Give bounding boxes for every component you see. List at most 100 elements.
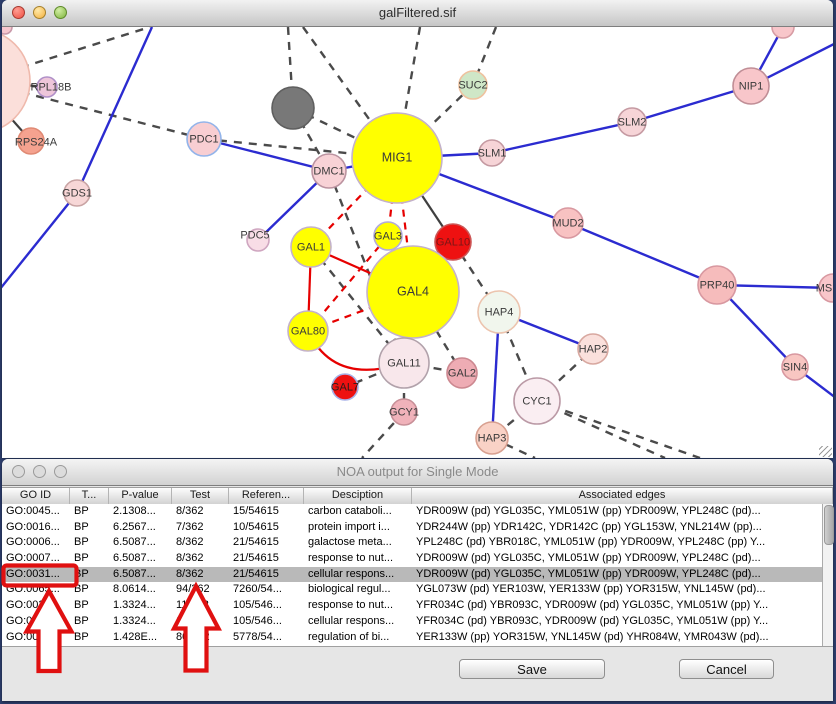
node-label-SLM1: SLM1 [478,148,507,160]
edge-MUD2-PRP40 [568,223,717,285]
column-header-referen[interactable]: Referen... [229,488,304,504]
network-graph: RPL18BRPS24AGDS1PDC1DMC1MIG1SUC2SLM1SLM2… [2,27,833,458]
table-row[interactable]: GO:0031...BP1.3324...11/362105/546...cel… [2,614,833,630]
edge-152,26-GDS1 [77,27,152,193]
table-cell: YPL248C (pd) YBR018C, YML051W (pp) YDR00… [412,535,833,551]
table-cell: 21/54615 [229,551,304,567]
noa-output-window: NOA output for Single Mode GO IDT...P-va… [2,459,833,701]
column-header-goid[interactable]: GO ID [2,488,70,504]
node-label-GAL80: GAL80 [291,326,325,338]
table-row[interactable]: GO:0016...BP6.2567...7/36210/54615protei… [2,520,833,536]
table-cell: response to nut... [304,598,412,614]
table-cell: GO:0007... [2,551,70,567]
edge-CYC1-700,457 [537,401,700,458]
cancel-button[interactable]: Cancel [679,659,774,679]
table-header: GO IDT...P-valueTestReferen...Desciption… [2,487,833,505]
network-window: galFiltered.sif RPL18BRPS24AGDS1PDC1DMC1… [2,0,833,457]
table-cell: biological regul... [304,582,412,598]
table-cell: 21/54615 [229,535,304,551]
table-row[interactable]: GO:0045...BP2.1308...8/36215/54615carbon… [2,504,833,520]
table-cell: response to nut... [304,551,412,567]
table-cell: 105/546... [229,614,304,630]
network-canvas[interactable]: RPL18BRPS24AGDS1PDC1DMC1MIG1SUC2SLM1SLM2… [2,27,833,458]
table-cell: 6.2567... [109,520,172,536]
edge-GDS1-0,288 [2,193,77,289]
node-topclip[interactable] [772,27,794,38]
column-header-pvalue[interactable]: P-value [109,488,172,504]
save-button[interactable]: Save [459,659,605,679]
column-header-associatededges[interactable]: Associated edges [412,488,833,504]
node-label-DMC1: DMC1 [313,166,344,178]
node-label-RPS24A: RPS24A [15,137,58,149]
table-cell: 1.3324... [109,598,172,614]
resize-grip[interactable] [819,446,832,457]
node-label-PDC5: PDC5 [240,230,269,242]
table-cell: BP [70,504,109,520]
network-window-titlebar[interactable]: galFiltered.sif [2,0,833,27]
table-cell: galactose meta... [304,535,412,551]
node-label-GAL7: GAL7 [331,382,359,394]
node-label-SIN4: SIN4 [783,362,807,374]
column-header-t[interactable]: T... [70,488,109,504]
table-row[interactable]: GO:0065...BP8.0614...94/3627260/54...bio… [2,582,833,598]
table-cell: BP [70,551,109,567]
edge-SLM1-SLM2 [492,122,632,153]
vertical-scrollbar[interactable] [822,504,833,646]
table-cell: 94/362 [172,582,229,598]
edge-PDC1-DMC1 [204,139,329,171]
table-cell: GO:0006... [2,535,70,551]
table-cell: BP [70,520,109,536]
column-header-test[interactable]: Test [172,488,229,504]
table-cell: BP [70,535,109,551]
node-label-GAL1: GAL1 [297,242,325,254]
table-cell: 10/54615 [229,520,304,536]
table-cell: 5778/54... [229,630,304,646]
node-label-GAL3: GAL3 [374,231,402,243]
table-cell: BP [70,567,109,583]
node-label-PRP40: PRP40 [700,280,735,292]
node-label-MSN: MSN [816,283,833,295]
table-row[interactable]: GO:0007...BP6.5087...8/36221/54615respon… [2,551,833,567]
table-cell: 8/362 [172,551,229,567]
node-label-HAP4: HAP4 [485,307,514,319]
table-cell: 8/362 [172,535,229,551]
table-cell: YDR244W (pp) YDR142C, YDR142C (pp) YGL15… [412,520,833,536]
scrollbar-thumb[interactable] [824,505,834,545]
table-cell: cellular respons... [304,567,412,583]
table-cell: 80/362 [172,630,229,646]
node-gray[interactable] [272,87,314,129]
table-cell: carbon cataboli... [304,504,412,520]
table-cell: 11/362 [172,614,229,630]
table-cell: 8.0614... [109,582,172,598]
table-cell: GO:0031... [2,598,70,614]
table-cell: GO:0031... [2,567,70,583]
column-header-desciption[interactable]: Desciption [304,488,412,504]
node-label-CYC1: CYC1 [522,396,551,408]
table-cell: regulation of bi... [304,630,412,646]
node-label-RPL18B: RPL18B [31,82,72,94]
table-cell: 11/362 [172,598,229,614]
table-row[interactable]: GO:0006...BP6.5087...8/36221/54615galact… [2,535,833,551]
table-cell: YDR009W (pd) YGL035C, YML051W (pp) YDR00… [412,551,833,567]
table-cell: 2.1308... [109,504,172,520]
table-row[interactable]: GO:0050...BP1.428E...80/3625778/54...reg… [2,630,833,646]
table-cell: protein import i... [304,520,412,536]
table-cell: YFR034C (pd) YBR093C, YDR009W (pd) YGL03… [412,598,833,614]
table-cell: YFR034C (pd) YBR093C, YDR009W (pd) YGL03… [412,614,833,630]
node-bigleft[interactable] [2,29,30,133]
network-window-title: galFiltered.sif [2,0,833,26]
node-cornerdot[interactable] [2,27,12,34]
table-cell: 7/362 [172,520,229,536]
node-label-HAP3: HAP3 [478,433,507,445]
table-row[interactable]: GO:0031...BP6.5087...8/36221/54615cellul… [2,567,833,583]
table-cell: GO:0065... [2,582,70,598]
table-cell: 7260/54... [229,582,304,598]
table-row[interactable]: GO:0031...BP1.3324...11/362105/546...res… [2,598,833,614]
table-cell: 21/54615 [229,567,304,583]
table-cell: GO:0016... [2,520,70,536]
table-cell: BP [70,630,109,646]
table-body: GO:0045...BP2.1308...8/36215/54615carbon… [2,504,833,647]
desktop: galFiltered.sif RPL18BRPS24AGDS1PDC1DMC1… [0,0,836,704]
noa-window-titlebar[interactable]: NOA output for Single Mode [2,459,833,486]
node-label-GAL2: GAL2 [448,368,476,380]
